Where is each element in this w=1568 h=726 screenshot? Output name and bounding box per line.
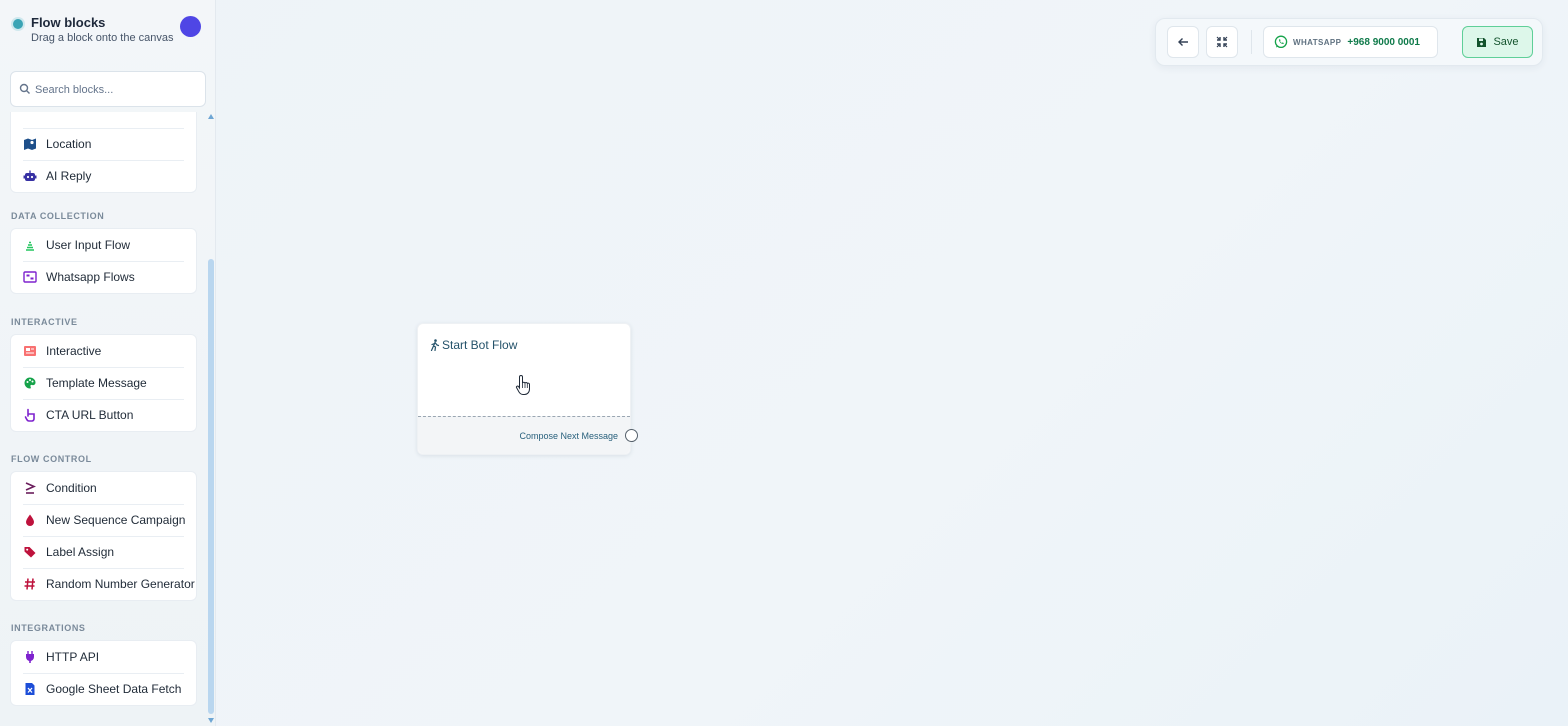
search-icon bbox=[19, 83, 30, 94]
block-item-whatsapp-flows[interactable]: Whatsapp Flows bbox=[11, 261, 196, 293]
search-input[interactable] bbox=[35, 80, 200, 100]
block-item-template-message[interactable]: Template Message bbox=[11, 367, 196, 399]
block-item-user-input-flow[interactable]: User Input Flow bbox=[11, 229, 196, 261]
scroll-thumb[interactable] bbox=[208, 259, 214, 714]
toolbar-divider bbox=[1251, 30, 1252, 54]
whatsapp-channel-pill[interactable]: WHATSAPP +968 9000 0001 bbox=[1263, 26, 1438, 58]
floppy-disk-icon bbox=[1477, 37, 1487, 47]
block-item-label: Google Sheet Data Fetch bbox=[46, 682, 182, 696]
block-item-random-number-generator[interactable]: Random Number Generator bbox=[11, 568, 196, 600]
node-title: Start Bot Flow bbox=[442, 338, 518, 352]
block-group-card: Condition New Sequence Campaign Label As… bbox=[10, 471, 197, 601]
block-item-location[interactable]: Location bbox=[11, 128, 196, 160]
block-item-interactive[interactable]: Interactive bbox=[11, 335, 196, 367]
plug-icon bbox=[23, 650, 37, 664]
hashtag-icon bbox=[23, 577, 37, 591]
save-button-label: Save bbox=[1493, 36, 1519, 48]
sidebar-header: Flow blocks Drag a block onto the canvas bbox=[11, 12, 206, 52]
sidebar-scrollbar[interactable] bbox=[207, 112, 215, 726]
spreadsheet-icon bbox=[23, 682, 37, 696]
block-item-http-api[interactable]: HTTP API bbox=[11, 641, 196, 673]
flow-icon bbox=[23, 270, 37, 284]
palette-icon bbox=[23, 376, 37, 390]
map-icon bbox=[23, 137, 37, 151]
output-handle[interactable] bbox=[625, 429, 638, 442]
group-title-interactive: INTERACTIVE bbox=[11, 317, 78, 327]
block-item-label: Random Number Generator bbox=[46, 577, 195, 591]
block-item-label: Template Message bbox=[46, 376, 147, 390]
arrow-left-icon bbox=[1178, 38, 1188, 46]
block-group-card: Interactive Template Message CTA URL But… bbox=[10, 334, 197, 432]
block-item-label: Label Assign bbox=[46, 545, 115, 559]
channel-phone: +968 9000 0001 bbox=[1347, 36, 1420, 48]
block-item-label: HTTP API bbox=[46, 650, 100, 664]
save-button[interactable]: Save bbox=[1462, 26, 1533, 58]
node-header: Start Bot Flow bbox=[430, 338, 517, 352]
scroll-up-arrow-icon[interactable] bbox=[208, 114, 214, 119]
flow-blocks-sidebar: Flow blocks Drag a block onto the canvas… bbox=[0, 0, 216, 726]
top-toolbar: WHATSAPP +968 9000 0001 Save bbox=[1155, 18, 1543, 66]
newspaper-icon bbox=[23, 344, 37, 358]
sidebar-title: Flow blocks bbox=[31, 15, 106, 30]
block-item-label: Condition bbox=[46, 481, 97, 495]
greater-equal-icon bbox=[23, 481, 37, 495]
avatar[interactable] bbox=[180, 16, 201, 37]
back-button[interactable] bbox=[1167, 26, 1199, 58]
person-walking-icon bbox=[430, 339, 440, 351]
sidebar-subtitle: Drag a block onto the canvas bbox=[31, 32, 174, 44]
pointer-hand-icon bbox=[23, 408, 37, 422]
status-dot-icon bbox=[13, 19, 23, 29]
block-group-card: HTTP API Google Sheet Data Fetch bbox=[10, 640, 197, 706]
block-item-condition[interactable]: Condition bbox=[11, 472, 196, 504]
block-item-label: CTA URL Button bbox=[46, 408, 134, 422]
search-box bbox=[10, 71, 206, 107]
stack-icon bbox=[23, 238, 37, 252]
channel-label: WHATSAPP bbox=[1293, 37, 1342, 47]
block-item-google-sheet-data-fetch[interactable]: Google Sheet Data Fetch bbox=[11, 673, 196, 705]
drop-icon bbox=[23, 513, 37, 527]
block-item-label-assign[interactable]: Label Assign bbox=[11, 536, 196, 568]
block-item-ai-reply[interactable]: AI Reply bbox=[11, 160, 196, 192]
hand-cursor-icon bbox=[515, 374, 530, 395]
node-footer: Compose Next Message bbox=[418, 416, 630, 454]
compose-next-message-label: Compose Next Message bbox=[519, 431, 618, 441]
block-list[interactable]: Location AI Reply DATA COLLECTION User I… bbox=[0, 112, 206, 726]
block-item-hidden[interactable] bbox=[11, 112, 196, 128]
block-group-card: User Input Flow Whatsapp Flows bbox=[10, 228, 197, 294]
block-item-label: AI Reply bbox=[46, 169, 92, 183]
group-title-integrations: INTEGRATIONS bbox=[11, 623, 86, 633]
block-item-label: Location bbox=[46, 137, 92, 151]
robot-icon bbox=[23, 169, 37, 183]
block-item-new-sequence-campaign[interactable]: New Sequence Campaign bbox=[11, 504, 196, 536]
group-title-data-collection: DATA COLLECTION bbox=[11, 211, 105, 221]
block-item-label: New Sequence Campaign bbox=[46, 513, 186, 527]
scroll-down-arrow-icon[interactable] bbox=[208, 718, 214, 723]
tags-icon bbox=[23, 545, 37, 559]
block-item-label: Interactive bbox=[46, 344, 102, 358]
block-item-label: Whatsapp Flows bbox=[46, 270, 135, 284]
group-title-flow-control: FLOW CONTROL bbox=[11, 454, 92, 464]
compress-icon bbox=[1216, 36, 1228, 48]
block-group-card: Location AI Reply bbox=[10, 112, 197, 193]
block-item-cta-url-button[interactable]: CTA URL Button bbox=[11, 399, 196, 431]
block-item-label: User Input Flow bbox=[46, 238, 131, 252]
whatsapp-icon bbox=[1274, 35, 1288, 49]
compress-button[interactable] bbox=[1206, 26, 1238, 58]
